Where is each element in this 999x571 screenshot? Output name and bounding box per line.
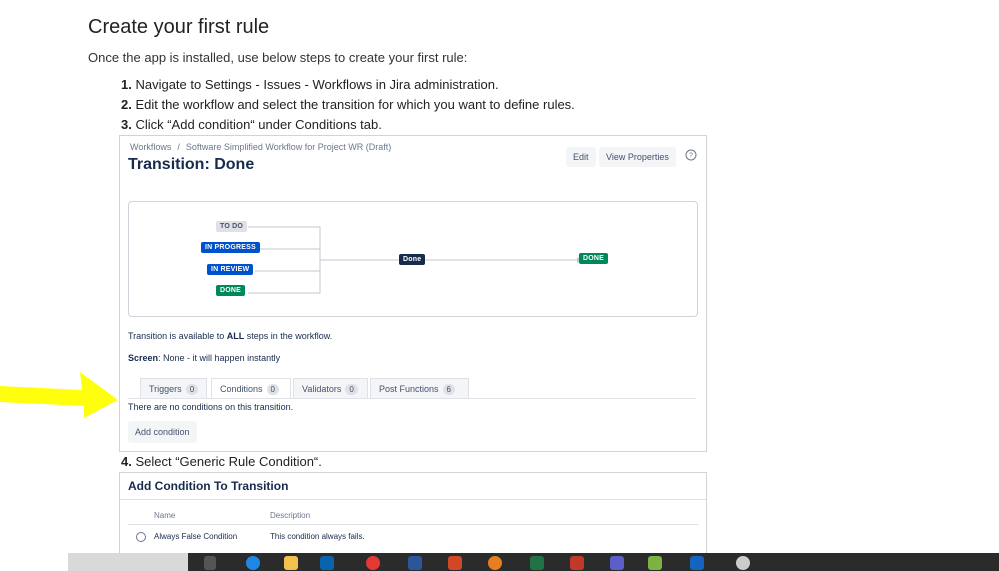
taskbar-search-area[interactable] [68,553,188,571]
settings-gear-icon[interactable] [736,556,750,570]
highlight-arrow-icon [0,372,118,418]
step-3: 3. Click “Add condition“ under Condition… [121,117,382,132]
tab-validators[interactable]: Validators 0 [293,378,368,399]
screen-text: Screen: None - it will happen instantly [128,353,281,363]
tab-triggers[interactable]: Triggers 0 [140,378,207,399]
word-icon[interactable] [408,556,422,570]
header-divider [128,524,698,525]
breadcrumb-current[interactable]: Software Simplified Workflow for Project… [186,142,391,152]
breadcrumb: Workflows / Software Simplified Workflow f… [130,142,392,152]
add-condition-button[interactable]: Add condition [128,421,197,443]
intro-text: Once the app is installed, use below ste… [88,50,468,65]
transition-screenshot: Workflows / Software Simplified Workflow f… [119,135,707,452]
breadcrumb-workflows[interactable]: Workflows [130,142,171,152]
tab-post-functions[interactable]: Post Functions 6 [370,378,469,399]
tab-conditions[interactable]: Conditions 0 [211,378,291,399]
dialog-divider [120,499,706,500]
condition-description: This condition always fails. [270,532,365,541]
svg-text:?: ? [689,153,693,160]
status-done[interactable]: DONE [216,285,246,296]
app-green-icon[interactable] [648,556,662,570]
condition-name[interactable]: Always False Condition [154,532,237,541]
step-2: 2. Edit the workflow and select the tran… [121,97,575,112]
file-explorer-icon[interactable] [284,556,298,570]
target-status-done[interactable]: DONE [579,253,609,264]
no-conditions-message: There are no conditions on this transiti… [128,402,294,412]
app-red-icon[interactable] [570,556,584,570]
column-header-description: Description [270,511,311,520]
transition-title: Transition: Done [128,156,255,173]
status-in-review[interactable]: IN REVIEW [207,264,254,275]
edit-button[interactable]: Edit [566,147,596,167]
page-title: Create your first rule [88,16,270,38]
tabs-divider [128,398,696,399]
help-icon[interactable]: ? [685,149,697,161]
status-todo[interactable]: TO DO [216,221,248,232]
status-in-progress[interactable]: IN PROGRESS [201,242,260,253]
availability-text: Transition is available to ALL steps in … [128,331,333,341]
workflow-diagram: TO DO IN PROGRESS IN REVIEW DONE Done DO… [128,201,698,317]
add-condition-dialog: Add Condition To Transition Name Descrip… [119,472,707,563]
step-1: 1. Navigate to Settings - Issues - Workf… [121,77,499,92]
app-blue-icon[interactable] [690,556,704,570]
view-properties-button[interactable]: View Properties [599,147,676,167]
edge-icon[interactable] [246,556,260,570]
chrome-icon[interactable] [366,556,380,570]
dialog-title: Add Condition To Transition [128,479,289,493]
task-view-icon[interactable] [204,556,216,570]
powerpoint-icon[interactable] [448,556,462,570]
app-orange-icon[interactable] [488,556,502,570]
taskbar [68,553,999,571]
condition-radio[interactable] [136,532,146,542]
transition-label[interactable]: Done [399,254,426,265]
teams-icon[interactable] [610,556,624,570]
column-header-name: Name [154,511,176,520]
excel-icon[interactable] [530,556,544,570]
step-4: 4. Select “Generic Rule Condition“. [121,454,322,469]
outlook-icon[interactable] [320,556,334,570]
